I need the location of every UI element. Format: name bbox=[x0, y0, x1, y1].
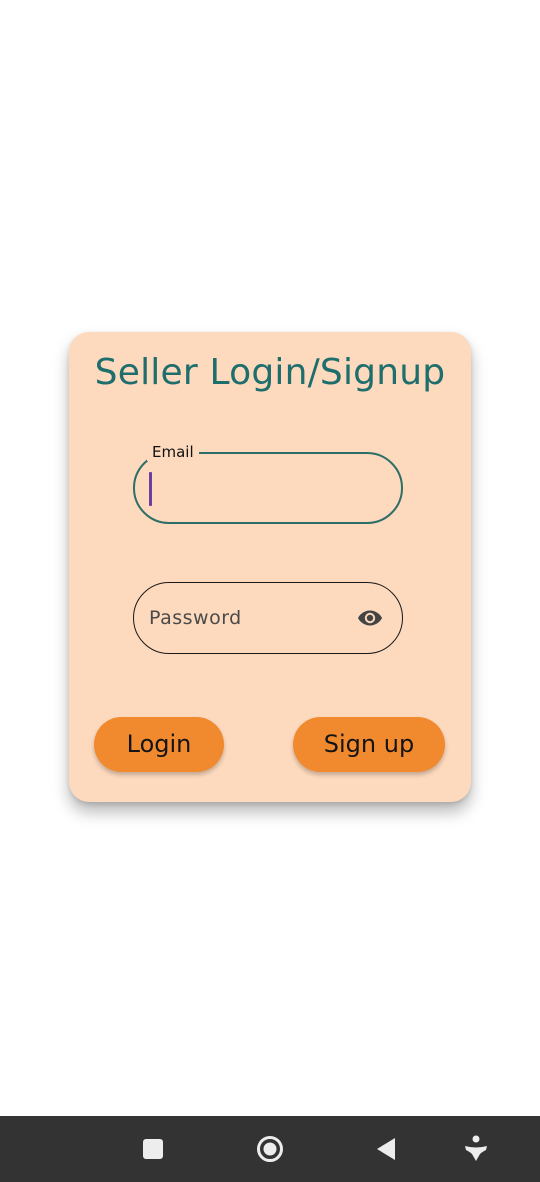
signup-button[interactable]: Sign up bbox=[293, 717, 445, 772]
accessibility-icon[interactable] bbox=[458, 1130, 494, 1168]
system-navigation-bar bbox=[0, 1116, 540, 1182]
recents-square-icon[interactable] bbox=[135, 1130, 171, 1168]
back-triangle-icon[interactable] bbox=[368, 1130, 404, 1168]
page-title: Seller Login/Signup bbox=[94, 352, 446, 393]
password-field[interactable]: Password bbox=[133, 582, 403, 654]
eye-icon[interactable] bbox=[357, 608, 383, 628]
password-placeholder: Password bbox=[149, 607, 242, 629]
email-label: Email bbox=[147, 443, 199, 461]
login-card: Seller Login/Signup Email Password Login… bbox=[69, 332, 471, 802]
login-button[interactable]: Login bbox=[94, 717, 224, 772]
email-field[interactable]: Email bbox=[133, 443, 403, 524]
home-circle-icon[interactable] bbox=[252, 1130, 288, 1168]
text-cursor bbox=[149, 472, 152, 506]
